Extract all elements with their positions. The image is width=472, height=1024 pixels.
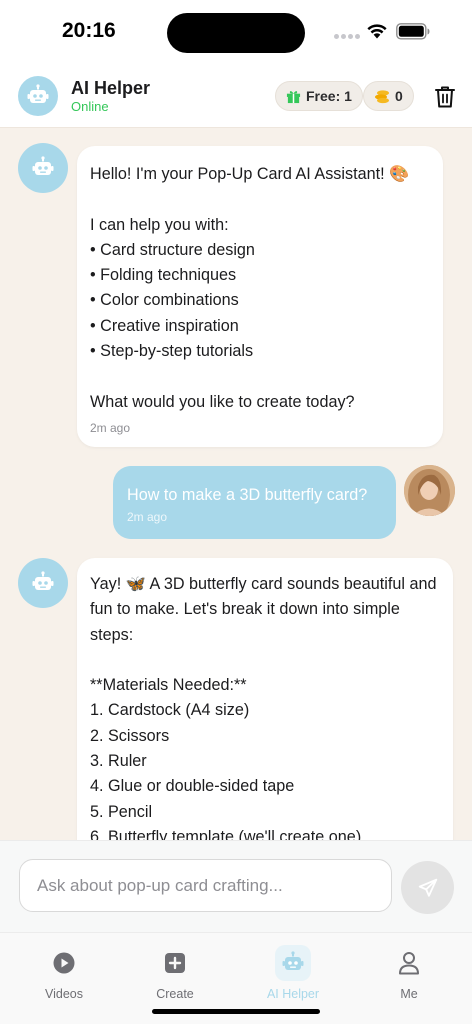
chat-title: AI Helper (71, 78, 151, 98)
user-photo (404, 465, 455, 516)
message-timestamp: 2m ago (90, 420, 131, 435)
user-message-bubble: How to make a 3D butterfly card? 2m ago (113, 466, 396, 539)
delete-chat-button[interactable] (434, 85, 456, 109)
coins-count: 0 (395, 88, 403, 104)
coins-icon (375, 89, 389, 103)
message-input[interactable] (19, 859, 392, 912)
tab-label: AI Helper (266, 987, 320, 1001)
plus-square-icon (165, 953, 185, 973)
message-text: Hello! I'm your Pop-Up Card AI Assistant… (90, 165, 410, 411)
status-time: 20:16 (62, 19, 116, 42)
send-icon (418, 878, 437, 897)
status-bar: 20:16 (0, 0, 472, 66)
bot-avatar (18, 143, 68, 193)
robot-icon (32, 571, 54, 590)
message-text: Yay! 🦋 A 3D butterfly card sounds beauti… (90, 575, 437, 840)
chat-header: AI Helper Online Free: 1 0 (0, 66, 472, 128)
tab-videos[interactable]: Videos (5, 945, 123, 1009)
bot-message-bubble: Yay! 🦋 A 3D butterfly card sounds beauti… (77, 558, 453, 840)
ai-helper-avatar (18, 76, 58, 116)
gift-icon (286, 90, 301, 103)
message-composer (0, 840, 472, 932)
free-credits-badge[interactable]: Free: 1 (275, 81, 363, 111)
robot-icon (282, 951, 304, 970)
free-credits-label: Free: 1 (306, 88, 352, 104)
home-indicator (152, 1009, 320, 1014)
chat-messages[interactable]: Hello! I'm your Pop-Up Card AI Assistant… (0, 128, 472, 840)
tab-label: Videos (45, 987, 83, 1001)
tab-label: Create (156, 987, 194, 1001)
message-timestamp: 2m ago (127, 510, 168, 525)
bot-message-bubble: Hello! I'm your Pop-Up Card AI Assistant… (77, 146, 443, 447)
coins-badge[interactable]: 0 (363, 81, 414, 111)
robot-icon (32, 156, 54, 175)
online-status: Online (71, 99, 109, 114)
dynamic-island (167, 13, 305, 53)
cellular-signal-icon (334, 34, 360, 39)
send-button[interactable] (401, 861, 454, 914)
message-text: How to make a 3D butterfly card? (127, 486, 368, 504)
robot-icon (27, 84, 49, 103)
tab-create[interactable]: Create (116, 945, 234, 1009)
play-circle-icon (53, 952, 75, 974)
person-icon (399, 952, 419, 975)
bot-avatar (18, 558, 68, 608)
user-avatar (404, 465, 455, 516)
battery-icon (396, 23, 430, 40)
tab-label: Me (400, 987, 418, 1001)
tab-me[interactable]: Me (350, 945, 468, 1009)
wifi-icon (367, 24, 387, 39)
tab-ai-helper[interactable]: AI Helper (234, 945, 352, 1009)
